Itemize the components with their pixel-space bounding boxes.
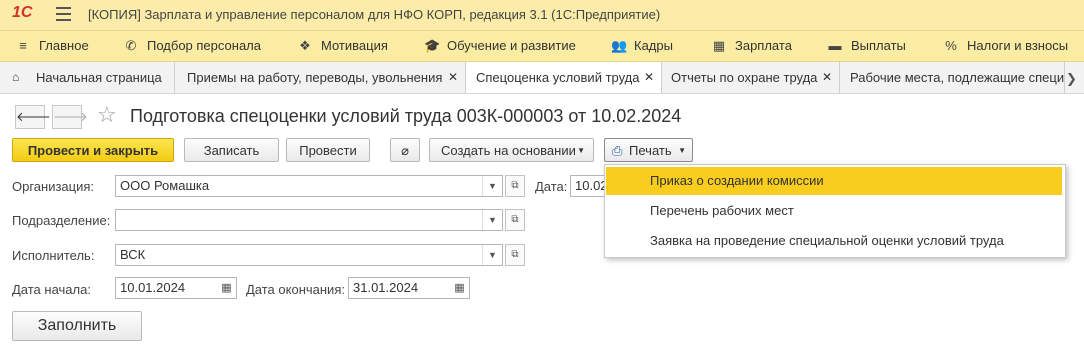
section-menu: ≡ Главное ✆ Подбор персонала ❖ Мотивация 🎓 О… [0, 31, 1084, 62]
document-title: Подготовка спецоценки условий труда 003К… [130, 106, 682, 126]
window-title: [КОПИЯ] Зарплата и управление персоналом… [88, 7, 661, 22]
dropdown-arrow-icon: ▼ [577, 146, 585, 155]
organization-label: Организация: [12, 179, 95, 194]
tab-label: Рабочие места, подлежащие специальной оц… [850, 70, 1065, 85]
close-icon[interactable]: ✕ [644, 62, 654, 93]
menu-item-label: Выплаты [851, 38, 906, 53]
menu-item-label: Кадры [634, 38, 673, 53]
open-link-icon[interactable]: ⧉ [505, 175, 525, 197]
start-date-field[interactable]: 10.01.2024 ▦ [115, 277, 237, 299]
print-menu-item-assessment-request[interactable]: Заявка на проведение специальной оценки … [606, 227, 1062, 255]
menu-item-recruitment[interactable]: ✆ Подбор персонала [124, 31, 261, 61]
create-based-label: Создать на основании [441, 143, 576, 158]
date-value: 10.02 [575, 178, 608, 193]
dropdown-arrow-icon[interactable]: ▼ [482, 245, 502, 265]
calculator-icon: ▦ [712, 38, 726, 53]
tabs-scroll-icon[interactable]: ❯ [1066, 71, 1077, 87]
open-tabs-bar: ⌂ Начальная страница Приемы на работу, п… [0, 62, 1084, 94]
title-bar: 1С [КОПИЯ] Зарплата и управление персона… [0, 0, 1084, 31]
tab-hiring-transfers[interactable]: Приемы на работу, переводы, увольнения ✕ [175, 62, 466, 93]
open-link-icon[interactable]: ⧉ [505, 209, 525, 231]
calendar-icon[interactable]: ▦ [217, 278, 236, 298]
date-field[interactable]: 10.02 [570, 175, 608, 197]
tab-label: Спецоценка условий труда [476, 70, 640, 85]
close-icon[interactable]: ✕ [448, 62, 458, 93]
end-date-label: Дата окончания: [246, 282, 345, 297]
department-label: Подразделение: [12, 213, 111, 228]
dropdown-arrow-icon: ▼ [678, 146, 686, 155]
forward-button[interactable]: 🡒 [52, 105, 88, 129]
tab-special-assessment[interactable]: Спецоценка условий труда ✕ [466, 62, 662, 93]
print-label: Печать [629, 143, 672, 158]
dropdown-arrow-icon[interactable]: ▼ [482, 210, 502, 230]
menu-item-hr[interactable]: 👥 Кадры [611, 31, 673, 61]
tab-label: Приемы на работу, переводы, увольнения [187, 70, 443, 85]
percent-icon: % [945, 38, 957, 53]
date-label: Дата: [535, 179, 568, 194]
menu-lines-icon: ≡ [19, 38, 27, 53]
close-icon[interactable]: ✕ [822, 62, 832, 93]
start-date-value: 10.01.2024 [120, 280, 186, 295]
save-button[interactable]: Записать [184, 138, 279, 162]
start-date-label: Дата начала: [12, 282, 91, 297]
menu-item-label: Главное [39, 38, 89, 53]
end-date-value: 31.01.2024 [353, 280, 419, 295]
app-logo: 1С [12, 4, 33, 21]
home-icon: ⌂ [12, 70, 20, 84]
menu-item-taxes[interactable]: % Налоги и взносы [944, 31, 1068, 61]
post-button[interactable]: Провести [286, 138, 370, 162]
tab-home[interactable]: ⌂ Начальная страница [0, 62, 175, 93]
tab-label: Отчеты по охране труда [671, 70, 818, 85]
attach-button[interactable]: ⌀ [390, 138, 420, 162]
print-dropdown-menu: Приказ о создании комиссии Перечень рабо… [604, 164, 1066, 258]
printer-icon: ⎙ [612, 143, 623, 158]
tab-safety-reports[interactable]: Отчеты по охране труда ✕ [662, 62, 840, 93]
department-field[interactable]: ▼ [115, 209, 503, 231]
menu-item-payments[interactable]: ▬ Выплаты [828, 31, 906, 61]
paperclip-icon: ⌀ [401, 143, 409, 158]
menu-item-salary[interactable]: ▦ Зарплата [712, 31, 792, 61]
tab-workplaces[interactable]: Рабочие места, подлежащие специальной оц… [840, 62, 1065, 93]
create-based-on-button[interactable]: Создать на основании ▼ [429, 138, 594, 162]
motivation-icon: ❖ [299, 38, 311, 53]
hamburger-menu-icon[interactable] [56, 7, 71, 22]
tab-label: Начальная страница [36, 70, 162, 85]
graduation-cap-icon: 🎓 [424, 38, 441, 53]
post-and-close-button[interactable]: Провести и закрыть [12, 138, 174, 162]
people-icon: 👥 [611, 38, 628, 53]
print-menu-item-workplace-list[interactable]: Перечень рабочих мест [606, 197, 1062, 225]
arrow-left-icon: 🡐 [16, 109, 51, 124]
menu-item-label: Мотивация [321, 38, 388, 53]
menu-item-training[interactable]: 🎓 Обучение и развитие [424, 31, 576, 61]
back-button[interactable]: 🡐 [15, 105, 51, 129]
fill-button[interactable]: Заполнить [12, 311, 142, 341]
menu-item-label: Налоги и взносы [967, 38, 1069, 53]
open-link-icon[interactable]: ⧉ [505, 244, 525, 266]
menu-item-label: Зарплата [735, 38, 792, 53]
executor-value: ВСК [120, 247, 146, 262]
menu-item-label: Подбор персонала [147, 38, 261, 53]
print-button[interactable]: ⎙ Печать ▼ [604, 138, 693, 162]
menu-item-main[interactable]: ≡ Главное [16, 31, 89, 61]
payment-card-icon: ▬ [828, 38, 842, 53]
end-date-field[interactable]: 31.01.2024 ▦ [348, 277, 470, 299]
dropdown-arrow-icon[interactable]: ▼ [482, 176, 502, 196]
menu-item-label: Обучение и развитие [447, 38, 576, 53]
favorite-star-icon[interactable]: ☆ [97, 102, 117, 128]
arrow-right-icon: 🡒 [53, 109, 88, 124]
calendar-icon[interactable]: ▦ [450, 278, 469, 298]
executor-field[interactable]: ВСК ▼ [115, 244, 503, 266]
menu-item-motivation[interactable]: ❖ Мотивация [298, 31, 388, 61]
phone-icon: ✆ [125, 38, 137, 53]
executor-label: Исполнитель: [12, 248, 95, 263]
organization-value: ООО Ромашка [120, 178, 210, 193]
print-menu-item-commission-order[interactable]: Приказ о создании комиссии [606, 167, 1062, 195]
organization-field[interactable]: ООО Ромашка ▼ [115, 175, 503, 197]
